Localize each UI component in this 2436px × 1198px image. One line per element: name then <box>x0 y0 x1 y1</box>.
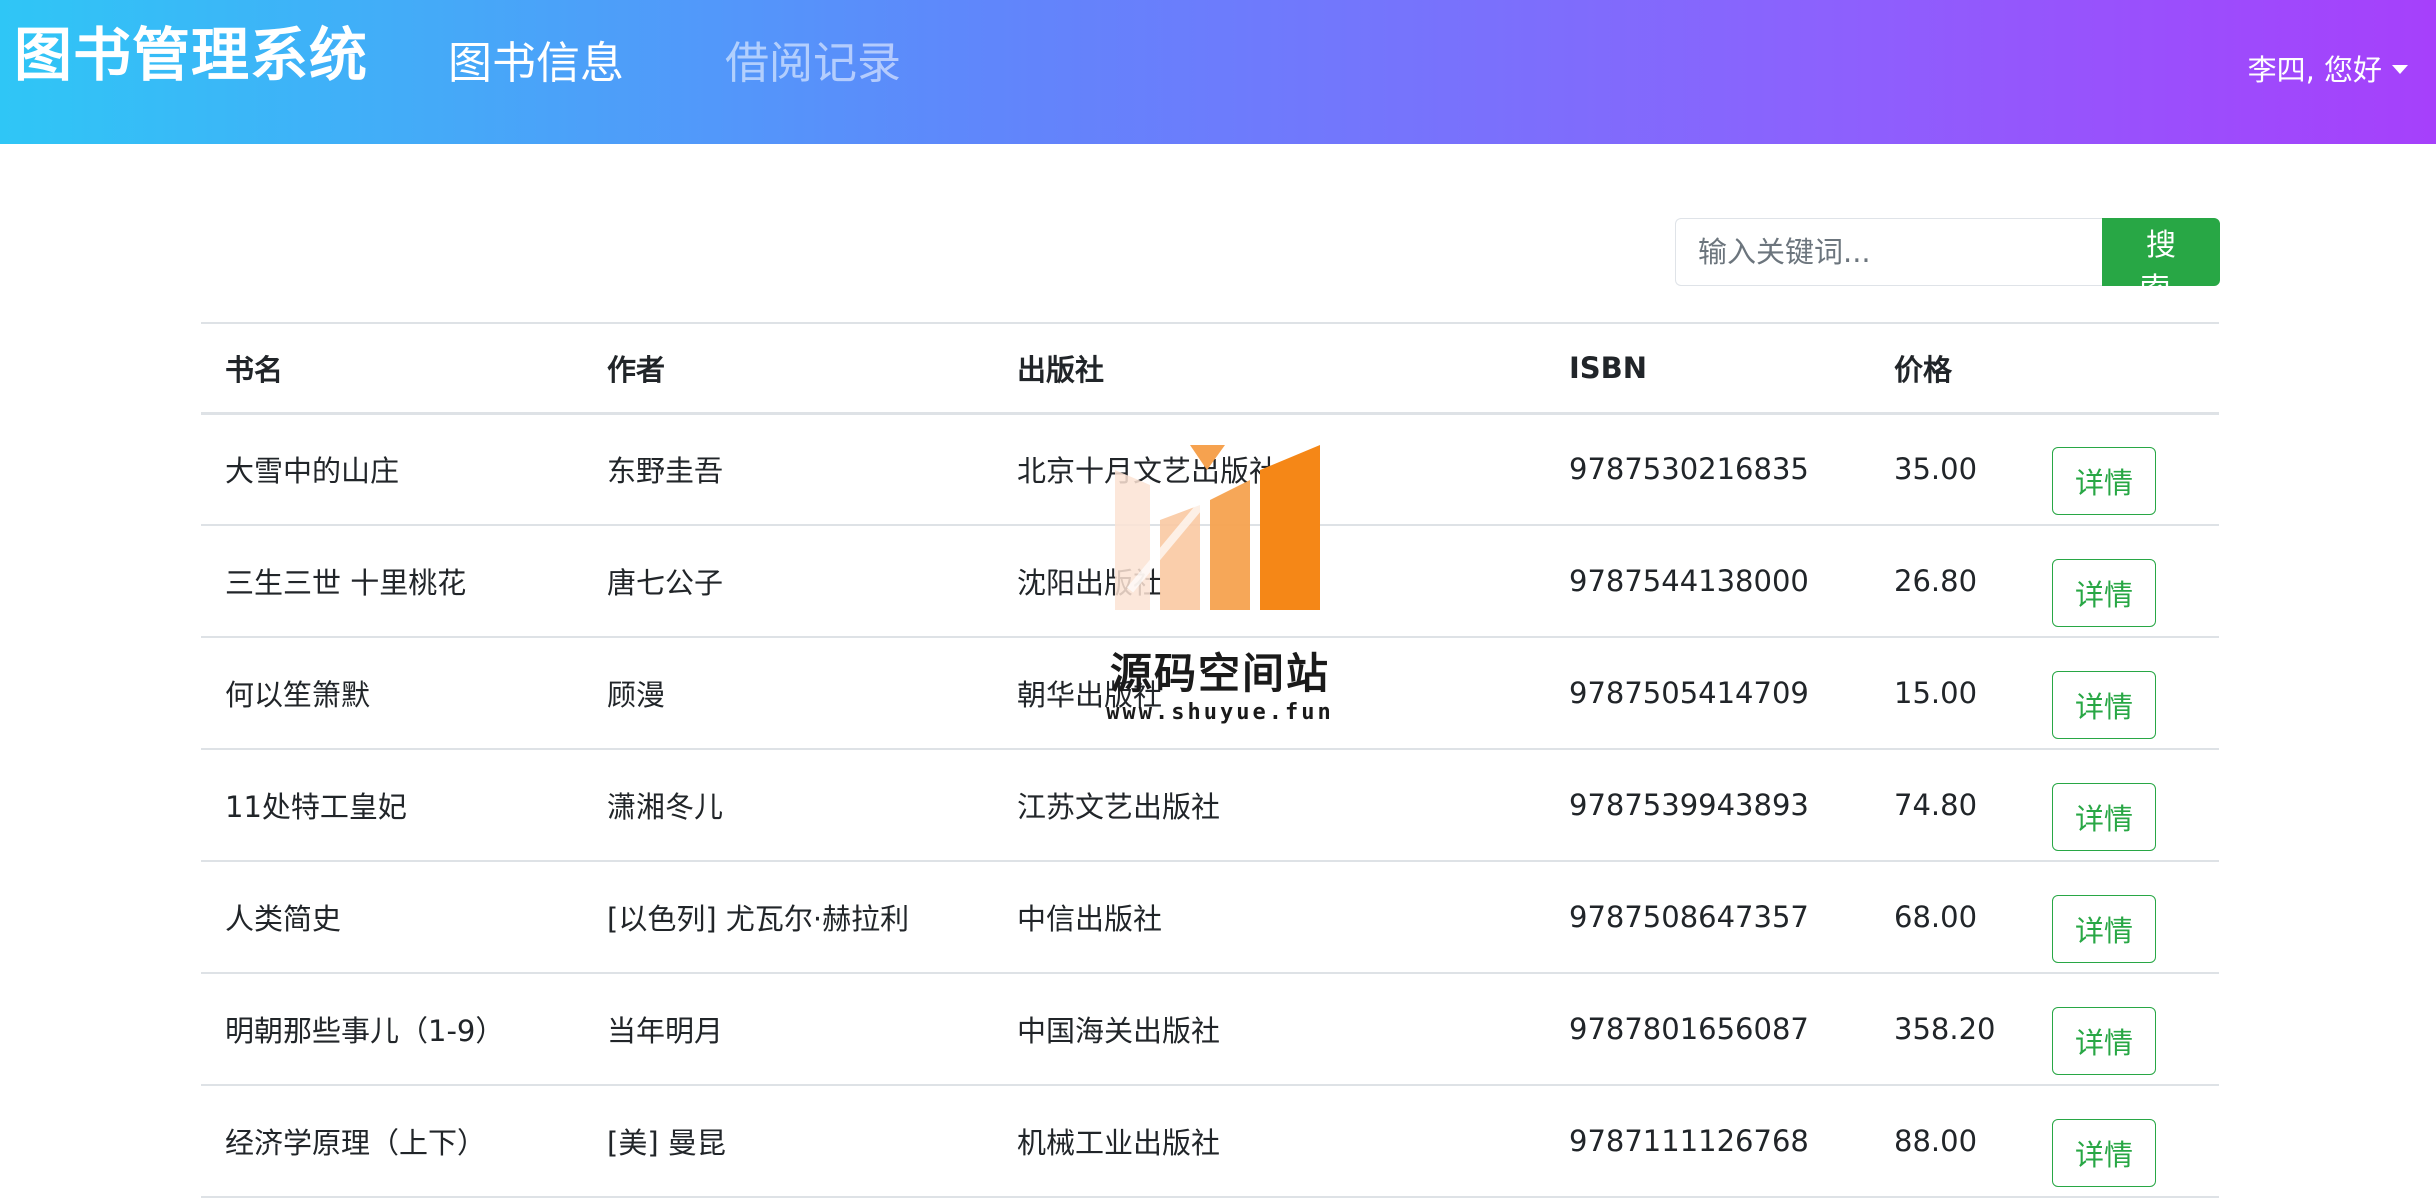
cell-isbn: 9787505414709 <box>1545 637 1870 750</box>
detail-button[interactable]: 详情 <box>2052 783 2156 851</box>
column-header-action <box>2036 322 2219 415</box>
table-row: 人类简史 [以色列] 尤瓦尔·赫拉利 中信出版社 9787508647357 6… <box>201 861 2219 974</box>
user-greeting: 李四, 您好 <box>2247 53 2382 87</box>
cell-isbn: 9787544138000 <box>1545 525 1870 638</box>
nav-borrow-records[interactable]: 借阅记录 <box>725 36 901 92</box>
cell-author: 潇湘冬儿 <box>583 749 993 862</box>
cell-publisher: 沈阳出版社 <box>993 525 1545 638</box>
cell-publisher: 北京十月文艺出版社 <box>993 413 1545 526</box>
table-row: 大雪中的山庄 东野圭吾 北京十月文艺出版社 9787530216835 35.0… <box>201 413 2219 526</box>
detail-button[interactable]: 详情 <box>2052 895 2156 963</box>
cell-price: 74.80 <box>1870 749 2036 862</box>
detail-button[interactable]: 详情 <box>2052 1007 2156 1075</box>
cell-isbn: 9787801656087 <box>1545 973 1870 1086</box>
column-header-author: 作者 <box>583 322 993 415</box>
cell-price: 68.00 <box>1870 861 2036 974</box>
nav-book-info[interactable]: 图书信息 <box>448 36 624 92</box>
table-header-row: 书名 作者 出版社 ISBN 价格 <box>201 322 2219 415</box>
search-button[interactable]: 搜 索 <box>2102 218 2220 307</box>
column-header-price: 价格 <box>1870 322 2036 415</box>
table-row: 三生三世 十里桃花 唐七公子 沈阳出版社 9787544138000 26.80… <box>201 525 2219 638</box>
cell-price: 35.00 <box>1870 413 2036 526</box>
cell-publisher: 江苏文艺出版社 <box>993 749 1545 862</box>
detail-button[interactable]: 详情 <box>2052 1119 2156 1187</box>
cell-isbn: 9787508647357 <box>1545 861 1870 974</box>
cell-isbn: 9787530216835 <box>1545 413 1870 526</box>
cell-author: 顾漫 <box>583 637 993 750</box>
table-row: 经济学原理（上下） [美] 曼昆 机械工业出版社 9787111126768 8… <box>201 1085 2219 1198</box>
cell-publisher: 中国海关出版社 <box>993 973 1545 1086</box>
cell-title: 11处特工皇妃 <box>201 749 583 862</box>
detail-button[interactable]: 详情 <box>2052 447 2156 516</box>
cell-author: 东野圭吾 <box>583 413 993 526</box>
cell-isbn: 9787111126768 <box>1545 1085 1870 1198</box>
cell-publisher: 中信出版社 <box>993 861 1545 974</box>
table-row: 何以笙箫默 顾漫 朝华出版社 9787505414709 15.00 详情 <box>201 637 2219 750</box>
user-menu[interactable]: 李四, 您好 <box>2248 50 2408 90</box>
caret-down-icon <box>2392 64 2408 74</box>
cell-author: [以色列] 尤瓦尔·赫拉利 <box>583 861 993 974</box>
cell-isbn: 9787539943893 <box>1545 749 1870 862</box>
cell-author: [美] 曼昆 <box>583 1085 993 1198</box>
book-table-container: 书名 作者 出版社 ISBN 价格 大雪中的山庄 东野圭吾 北京十月文艺出版社 … <box>201 322 2219 1198</box>
cell-title: 三生三世 十里桃花 <box>201 525 583 638</box>
detail-button[interactable]: 详情 <box>2052 559 2156 627</box>
cell-author: 唐七公子 <box>583 525 993 638</box>
table-row: 11处特工皇妃 潇湘冬儿 江苏文艺出版社 9787539943893 74.80… <box>201 749 2219 862</box>
cell-author: 当年明月 <box>583 973 993 1086</box>
cell-publisher: 机械工业出版社 <box>993 1085 1545 1198</box>
top-navbar: 图书管理系统 图书信息 借阅记录 李四, 您好 <box>0 0 2436 144</box>
column-header-isbn: ISBN <box>1545 322 1870 415</box>
cell-title: 何以笙箫默 <box>201 637 583 750</box>
cell-publisher: 朝华出版社 <box>993 637 1545 750</box>
column-header-title: 书名 <box>201 322 583 415</box>
column-header-publisher: 出版社 <box>993 322 1545 415</box>
cell-title: 大雪中的山庄 <box>201 413 583 526</box>
cell-title: 人类简史 <box>201 861 583 974</box>
cell-price: 15.00 <box>1870 637 2036 750</box>
cell-title: 明朝那些事儿（1-9） <box>201 973 583 1086</box>
detail-button[interactable]: 详情 <box>2052 671 2156 739</box>
cell-price: 358.20 <box>1870 973 2036 1086</box>
cell-price: 26.80 <box>1870 525 2036 638</box>
app-brand[interactable]: 图书管理系统 <box>14 20 368 90</box>
search-input[interactable] <box>1675 218 2104 286</box>
book-table: 书名 作者 出版社 ISBN 价格 大雪中的山庄 东野圭吾 北京十月文艺出版社 … <box>201 322 2219 1198</box>
cell-price: 88.00 <box>1870 1085 2036 1198</box>
table-row: 明朝那些事儿（1-9） 当年明月 中国海关出版社 9787801656087 3… <box>201 973 2219 1086</box>
cell-title: 经济学原理（上下） <box>201 1085 583 1198</box>
